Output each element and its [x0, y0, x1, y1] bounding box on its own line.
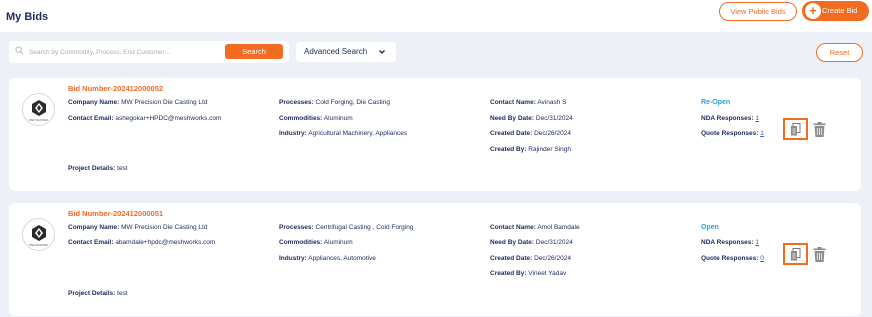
top-bar: My Bids View Public Bids + Create Bid: [0, 0, 872, 32]
bid-card: MW MASTER Bid Number-202412000051 Compan…: [9, 203, 861, 316]
create-bid-label: Create Bid: [822, 6, 858, 15]
need-by-date-field: Need By Date: Dec/31/2024: [490, 239, 573, 246]
document-button[interactable]: [783, 118, 808, 140]
search-icon: [15, 46, 24, 55]
bid-card: MW MASTER Bid Number-202412000052 Compan…: [9, 78, 861, 191]
project-details-field: Project Details: test: [68, 165, 128, 172]
nda-responses-link[interactable]: 1: [755, 239, 759, 246]
trash-icon: [813, 247, 826, 262]
advanced-search-label: Advanced Search: [304, 47, 368, 56]
company-name-field: Company Name: MW Precision Die Casting L…: [68, 224, 208, 231]
view-public-bids-button[interactable]: View Public Bids: [719, 2, 797, 21]
contact-name-field: Contact Name: Avinash S: [490, 99, 567, 106]
company-logo: MW MASTER: [22, 218, 55, 251]
need-by-date-field: Need By Date: Dec/31/2024: [490, 115, 573, 122]
company-logo: MW MASTER: [22, 93, 55, 126]
document-button[interactable]: [783, 243, 808, 265]
processes-field: Processes: Centrifugal Casting , Cold Fo…: [279, 224, 414, 231]
status-badge: Re-Open: [701, 99, 731, 106]
processes-field: Processes: Cold Forging, Die Casting: [279, 99, 390, 106]
document-icon: [791, 123, 801, 136]
created-by-field: Created By: Rajinder Singh: [490, 146, 571, 153]
project-details-field: Project Details: test: [68, 290, 128, 297]
trash-icon: [813, 122, 826, 137]
contact-name-field: Contact Name: Amol Bamdale: [490, 224, 580, 231]
bid-number-link[interactable]: Bid Number-202412000051: [68, 209, 163, 218]
page-title: My Bids: [6, 11, 49, 23]
created-by-field: Created By: Vineet Yadav: [490, 270, 567, 277]
reset-button[interactable]: Reset: [816, 43, 863, 62]
nda-responses-field: NDA Responses: 1: [701, 115, 759, 122]
delete-button[interactable]: [813, 122, 826, 137]
industry-field: Industry: Appliances, Automotive: [279, 255, 376, 262]
contact-email-field: Contact Email: abamdale+hpdc@meshworks.c…: [68, 239, 216, 246]
industry-field: Industry: Agricultural Machinery, Applia…: [279, 130, 408, 137]
created-date-field: Created Date: Dec/26/2024: [490, 130, 571, 137]
contact-email-field: Contact Email: ashegokar+HPDC@meshworks.…: [68, 115, 222, 122]
quote-responses-field: Quote Responses: 0: [701, 255, 764, 262]
created-date-field: Created Date: Dec/26/2024: [490, 255, 571, 262]
document-icon: [791, 248, 801, 261]
quote-responses-link[interactable]: 1: [760, 130, 764, 137]
chevron-down-icon: [378, 42, 386, 70]
delete-button[interactable]: [813, 247, 826, 262]
commodities-field: Commodities: Aluminum: [279, 115, 353, 122]
advanced-search-dropdown[interactable]: Advanced Search: [296, 42, 396, 62]
company-name-field: Company Name: MW Precision Die Casting L…: [68, 99, 208, 106]
search-button[interactable]: Search: [225, 44, 283, 59]
commodities-field: Commodities: Aluminum: [279, 239, 353, 246]
create-bid-button[interactable]: + Create Bid: [802, 1, 869, 21]
nda-responses-link[interactable]: 1: [755, 115, 759, 122]
quote-responses-field: Quote Responses: 1: [701, 130, 764, 137]
nda-responses-field: NDA Responses: 1: [701, 239, 759, 246]
quote-responses-link[interactable]: 0: [760, 255, 764, 262]
plus-icon: +: [805, 3, 821, 19]
status-badge: Open: [701, 224, 719, 231]
bid-number-link[interactable]: Bid Number-202412000052: [68, 84, 163, 93]
search-input[interactable]: [29, 45, 219, 59]
search-bar: Search: [9, 41, 289, 63]
